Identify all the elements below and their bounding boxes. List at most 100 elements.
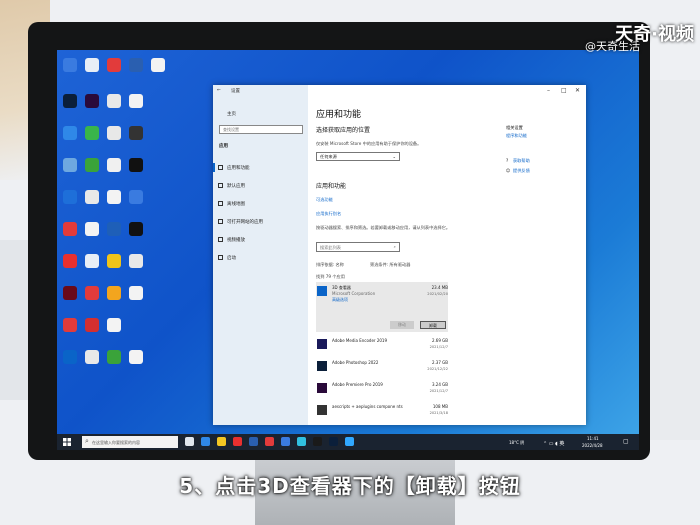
desktop-shortcut-icon[interactable] bbox=[63, 58, 77, 72]
sidebar-item-website-apps[interactable]: 可打开网站的应用 bbox=[227, 219, 263, 225]
clock-time[interactable]: 11:41 bbox=[587, 436, 599, 441]
list-item[interactable]: aescripts + aeplugins compone nts 108 MB… bbox=[316, 403, 448, 425]
list-item[interactable]: 3D 查看器 Microsoft Corporation 高级选项 23.4 M… bbox=[316, 284, 448, 306]
desktop-shortcut-icon[interactable] bbox=[129, 126, 143, 140]
feedback-link[interactable]: 提供反馈 bbox=[513, 168, 530, 174]
get-help-link[interactable]: 获取帮助 bbox=[513, 158, 530, 164]
desktop-shortcut-icon[interactable] bbox=[85, 190, 99, 204]
chevron-down-icon: ⌄ bbox=[392, 154, 396, 159]
taskbar: 在这里输入你要搜索的内容 ⌕ 18°C 阴 ⌃ ▭ ◖ 英 11:41 2022… bbox=[57, 434, 639, 450]
taskbar-app-icon[interactable] bbox=[249, 437, 258, 446]
app-name: Adobe Premiere Pro 2019 bbox=[332, 382, 383, 387]
app-list-search-input[interactable]: 搜索此列表 ⌕ bbox=[316, 242, 400, 252]
sidebar-active-indicator bbox=[213, 163, 215, 172]
desktop-shortcut-icon[interactable] bbox=[129, 254, 143, 268]
sort-dropdown[interactable]: 排序依据: 名称 bbox=[316, 262, 344, 268]
desktop-shortcut-icon[interactable] bbox=[63, 254, 77, 268]
desktop-shortcut-icon[interactable] bbox=[107, 158, 121, 172]
taskbar-app-icon[interactable] bbox=[233, 437, 242, 446]
desktop-shortcut-icon[interactable] bbox=[85, 58, 99, 72]
desktop-shortcut-icon[interactable] bbox=[107, 222, 121, 236]
desktop-shortcut-icon[interactable] bbox=[129, 58, 143, 72]
taskbar-search-placeholder: 在这里输入你要搜索的内容 bbox=[92, 440, 140, 445]
advanced-options-link[interactable]: 高级选项 bbox=[332, 297, 348, 303]
desktop-shortcut-icon[interactable] bbox=[85, 286, 99, 300]
list-item[interactable]: Adobe Media Encoder 2019 2.69 GB 2021/12… bbox=[316, 337, 448, 359]
taskbar-app-icon[interactable] bbox=[345, 437, 354, 446]
desktop-shortcut-icon[interactable] bbox=[129, 222, 143, 236]
desktop-shortcut-icon[interactable] bbox=[63, 190, 77, 204]
clock-date[interactable]: 2022/4/28 bbox=[582, 443, 603, 448]
media-encoder-icon bbox=[317, 339, 327, 349]
offline-maps-icon bbox=[218, 201, 223, 206]
app-date: 2021/12/7 bbox=[429, 389, 448, 393]
move-button[interactable]: 移动 bbox=[390, 321, 414, 329]
weather-status[interactable]: 18°C 阴 bbox=[509, 440, 524, 446]
sidebar-item-offline-maps[interactable]: 离线地图 bbox=[227, 201, 245, 207]
settings-search-input[interactable]: 查找设置 bbox=[219, 125, 303, 134]
taskbar-app-icon[interactable] bbox=[217, 437, 226, 446]
app-alias-link[interactable]: 应用执行别名 bbox=[316, 211, 341, 217]
desktop-shortcut-icon[interactable] bbox=[63, 286, 77, 300]
default-apps-icon bbox=[218, 183, 223, 188]
desktop-shortcut-icon[interactable] bbox=[63, 350, 77, 364]
desktop-shortcut-icon[interactable] bbox=[129, 158, 143, 172]
notification-icon[interactable]: ▢ bbox=[623, 438, 629, 445]
optional-features-link[interactable]: 可选功能 bbox=[316, 197, 333, 203]
desktop-shortcut-icon[interactable] bbox=[129, 350, 143, 364]
desktop-shortcut-icon[interactable] bbox=[107, 58, 121, 72]
taskbar-search-input[interactable]: 在这里输入你要搜索的内容 bbox=[82, 436, 178, 448]
desktop-shortcut-icon[interactable] bbox=[107, 286, 121, 300]
taskbar-app-icon[interactable] bbox=[329, 437, 338, 446]
windows-start-icon[interactable] bbox=[63, 438, 71, 446]
desktop-shortcut-icon[interactable] bbox=[85, 94, 99, 108]
taskbar-app-icon[interactable] bbox=[297, 437, 306, 446]
settings-sidebar: 主页 查找设置 应用 应用和功能 默认应用 离线地图 可打开网站的应用 视频播放… bbox=[213, 85, 308, 425]
list-item[interactable]: Adobe Photoshop 2022 2.37 GB 2021/12/22 bbox=[316, 359, 448, 381]
sidebar-item-video-playback[interactable]: 视频播放 bbox=[227, 237, 245, 243]
desktop-shortcut-icon[interactable] bbox=[107, 94, 121, 108]
desktop-shortcut-icon[interactable] bbox=[107, 190, 121, 204]
taskbar-app-icon[interactable] bbox=[185, 437, 194, 446]
taskbar-app-icon[interactable] bbox=[281, 437, 290, 446]
photoshop-icon bbox=[317, 361, 327, 371]
desktop-shortcut-icon[interactable] bbox=[107, 350, 121, 364]
desktop-shortcut-icon[interactable] bbox=[129, 286, 143, 300]
desktop-shortcut-icon[interactable] bbox=[63, 318, 77, 332]
filter-dropdown[interactable]: 筛选条件: 所有驱动器 bbox=[370, 262, 410, 268]
sidebar-item-default-apps[interactable]: 默认应用 bbox=[227, 183, 245, 189]
search-icon: ⌕ bbox=[85, 437, 89, 445]
desktop-shortcut-icon[interactable] bbox=[129, 190, 143, 204]
desktop-shortcut-icon[interactable] bbox=[85, 222, 99, 236]
taskbar-app-icon[interactable] bbox=[265, 437, 274, 446]
source-description: 仅安装 Microsoft Store 中的应用有助于保护你的设备。 bbox=[316, 141, 422, 146]
desktop-shortcut-icon[interactable] bbox=[85, 254, 99, 268]
app-size: 108 MB bbox=[432, 404, 448, 409]
sidebar-item-startup[interactable]: 启动 bbox=[227, 255, 236, 261]
desktop-shortcut-icon[interactable] bbox=[85, 318, 99, 332]
desktop-shortcut-icon[interactable] bbox=[63, 126, 77, 140]
taskbar-app-icon[interactable] bbox=[313, 437, 322, 446]
desktop-shortcut-icon[interactable] bbox=[85, 126, 99, 140]
desktop-shortcut-icon[interactable] bbox=[63, 158, 77, 172]
desktop-shortcut-icon[interactable] bbox=[85, 158, 99, 172]
sidebar-home[interactable]: 主页 bbox=[227, 111, 236, 117]
app-source-dropdown[interactable]: 任何来源 ⌄ bbox=[316, 152, 400, 161]
sidebar-item-apps-features[interactable]: 应用和功能 bbox=[227, 165, 250, 171]
taskbar-app-icon[interactable] bbox=[201, 437, 210, 446]
desktop-shortcut-icon[interactable] bbox=[129, 94, 143, 108]
desktop-shortcut-icon[interactable] bbox=[63, 94, 77, 108]
tray-icons[interactable]: ⌃ ▭ ◖ 英 bbox=[543, 440, 564, 447]
desktop-shortcut-icon[interactable] bbox=[151, 58, 165, 72]
back-arrow-icon[interactable]: ← bbox=[217, 88, 221, 93]
list-item[interactable]: Adobe Premiere Pro 2019 3.24 GB 2021/12/… bbox=[316, 381, 448, 403]
desktop-shortcut-icon[interactable] bbox=[107, 126, 121, 140]
programs-features-link[interactable]: 程序和功能 bbox=[506, 133, 527, 139]
desktop-shortcut-icon[interactable] bbox=[63, 222, 77, 236]
uninstall-button[interactable]: 卸载 bbox=[420, 321, 446, 329]
desktop-shortcut-icon[interactable] bbox=[85, 350, 99, 364]
desktop-shortcut-icon[interactable] bbox=[107, 254, 121, 268]
app-publisher: Microsoft Corporation bbox=[332, 291, 376, 296]
desktop-shortcut-icon[interactable] bbox=[107, 318, 121, 332]
tutorial-caption: 5、点击3D查看器下的【卸载】按钮 bbox=[179, 474, 521, 498]
